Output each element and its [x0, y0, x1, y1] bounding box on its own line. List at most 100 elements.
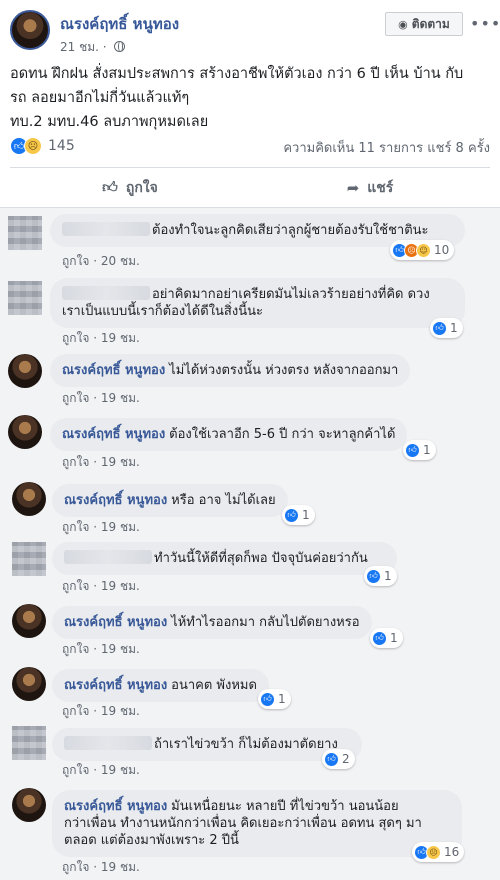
comment-text: มันเหนื่อยนะ หลายปี ที่ไข่วขว้า นอนน้อย	[171, 799, 399, 814]
commenter-avatar[interactable]	[12, 482, 46, 516]
comment-like-link[interactable]: ถูกใจ	[62, 579, 89, 593]
comment-like-link[interactable]: ถูกใจ	[62, 642, 89, 656]
comment-reactions[interactable]: 👍︎ ☹ ☺ 10	[390, 240, 455, 260]
comment-reactions[interactable]: 👍︎ ☹ 16	[412, 842, 465, 862]
comment-time[interactable]: 19 ชม.	[101, 579, 140, 593]
comment-time[interactable]: 19 ชม.	[101, 455, 140, 469]
comments-section: ต้องทำใจนะลูกคิดเสียว่าลูกผู้ชายต้องรับใ…	[0, 207, 500, 880]
comment-time[interactable]: 19 ชม.	[101, 642, 140, 656]
comment-text: ไห้ทำไรออกมา กลับไปตัดยางหรอ	[171, 615, 360, 630]
thumbs-up-icon: 👍︎	[102, 178, 118, 196]
comment-text: เราเป็นแบบนี้เราก็ต้องได้ดีในสิ่งนี้นะ	[62, 304, 263, 319]
haha-reaction-icon: ☺	[416, 242, 431, 258]
commenter-name[interactable]: ณรงค์ฤทธิ์ หนูทอง	[64, 615, 167, 630]
post-header: ณรงค์ฤทธิ์ หนูทอง 21 ชม. · ◉ ติดตาม •••	[0, 0, 500, 60]
comment-bubble: ณรงค์ฤทธิ์ หนูทอง ไห้ทำไรออกมา กลับไปตัดย…	[52, 606, 372, 639]
comment-like-link[interactable]: ถูกใจ	[62, 704, 89, 718]
comment-time[interactable]: 19 ชม.	[101, 763, 140, 777]
like-reaction-icon: 👍︎	[324, 751, 339, 767]
comment-meta: ถูกใจ · 19 ชม.	[62, 763, 140, 777]
share-button[interactable]: ➦ แชร์	[250, 168, 490, 207]
author-avatar[interactable]	[10, 10, 50, 50]
post-action-bar: 👍︎ ถูกใจ ➦ แชร์	[10, 167, 490, 207]
like-reaction-icon: 👍︎	[432, 320, 447, 336]
comment-reactions[interactable]: 👍︎ 1	[282, 505, 315, 525]
commenter-name[interactable]: ณรงค์ฤทธิ์ หนูทอง	[62, 363, 165, 378]
comment-reactions[interactable]: 👍︎ 1	[430, 318, 463, 338]
comment-bubble: ณรงค์ฤทธิ์ หนูทอง ไม่ได้ห่วงตรงนั้น ห่วงต…	[50, 354, 411, 387]
reaction-count: 2	[342, 752, 350, 766]
share-arrow-icon: ➦	[346, 178, 360, 197]
commenter-name[interactable]: ณรงค์ฤทธิ์ หนูทอง	[64, 678, 167, 693]
post-text-line: อดทน ฝึกฝน สั่งสมประสพการ สร้างอาชีพให้ต…	[10, 66, 464, 82]
comment-text: หรือ อาจ ไม่ได้เลย	[171, 493, 276, 508]
commenter-name-blurred[interactable]	[62, 286, 150, 300]
reaction-count: 1	[390, 631, 398, 645]
post-text-line: ทบ.2 มทบ.46 ลบภาพกุหมดเลย	[10, 114, 209, 130]
commenter-name-blurred[interactable]	[64, 736, 152, 750]
commenter-avatar-blurred[interactable]	[8, 281, 42, 315]
comment-reactions[interactable]: 👍︎ 1	[403, 440, 436, 460]
comment-time[interactable]: 19 ชม.	[101, 391, 140, 405]
comment-bubble: ถ้าเราไข่วขว้า ก็ไม่ต้องมาตัดยาง	[52, 728, 362, 761]
comment-meta: ถูกใจ · 19 ชม.	[62, 860, 140, 874]
commenter-name[interactable]: ณรงค์ฤทธิ์ หนูทอง	[64, 799, 167, 814]
comment-text: อย่าคิดมากอย่าเครียดมันไม่เลวร้ายอย่างที…	[152, 287, 430, 302]
post-timestamp[interactable]: 21 ชม. ·	[60, 38, 126, 57]
like-reaction-icon: 👍︎	[372, 630, 387, 646]
author-name[interactable]: ณรงค์ฤทธิ์ หนูทอง	[60, 12, 179, 36]
follow-button[interactable]: ◉ ติดตาม	[385, 12, 463, 36]
post-time-text[interactable]: 21 ชม.	[60, 40, 99, 54]
more-options-icon[interactable]: •••	[470, 14, 500, 33]
comment-share-counts[interactable]: ความคิดเห็น 11 รายการ แชร์ 8 ครั้ง	[283, 137, 490, 158]
comment-reactions[interactable]: 👍︎ 1	[364, 566, 397, 586]
commenter-name[interactable]: ณรงค์ฤทธิ์ หนูทอง	[64, 493, 167, 508]
comment-reactions[interactable]: 👍︎ 1	[258, 689, 291, 709]
commenter-avatar[interactable]	[12, 604, 46, 638]
reaction-count: 1	[423, 443, 431, 457]
commenter-avatar[interactable]	[12, 667, 46, 701]
reaction-count: 16	[444, 845, 460, 859]
comment-time[interactable]: 19 ชม.	[101, 331, 140, 345]
post-text: อดทน ฝึกฝน สั่งสมประสพการ สร้างอาชีพให้ต…	[10, 62, 490, 134]
comment-time[interactable]: 19 ชม.	[101, 704, 140, 718]
comment-reactions[interactable]: 👍︎ 1	[370, 628, 403, 648]
comment-like-link[interactable]: ถูกใจ	[62, 331, 89, 345]
comment-text: ไม่ได้ห่วงตรงนั้น ห่วงตรง หลังจากออกมา	[169, 363, 399, 378]
comment-text: ต้องใช้เวลาอีก 5-6 ปี กว่า จะหาลูกค้าได้	[169, 427, 396, 442]
commenter-name[interactable]: ณรงค์ฤทธิ์ หนูทอง	[62, 427, 165, 442]
comment-meta: ถูกใจ · 19 ชม.	[62, 455, 140, 469]
commenter-avatar[interactable]	[12, 788, 46, 822]
comment-time[interactable]: 20 ชม.	[101, 254, 140, 268]
commenter-avatar-blurred[interactable]	[12, 726, 46, 760]
comment-like-link[interactable]: ถูกใจ	[62, 860, 89, 874]
comment-time[interactable]: 19 ชม.	[101, 520, 140, 534]
comment-time[interactable]: 19 ชม.	[101, 860, 140, 874]
commenter-name-blurred[interactable]	[64, 550, 152, 564]
reaction-count: 1	[278, 692, 286, 706]
post-reactions[interactable]: 👍︎ ☹ 145	[10, 137, 75, 155]
comment-like-link[interactable]: ถูกใจ	[62, 455, 89, 469]
commenter-avatar-blurred[interactable]	[12, 542, 46, 576]
comment-meta: ถูกใจ · 19 ชม.	[62, 391, 140, 405]
comment-like-link[interactable]: ถูกใจ	[62, 254, 89, 268]
commenter-avatar[interactable]	[8, 415, 42, 449]
comment-reactions[interactable]: 👍︎ 2	[322, 749, 355, 769]
comment-bubble: ณรงค์ฤทธิ์ หนูทอง อนาคต พังหมด	[52, 669, 269, 702]
like-reaction-icon: 👍︎	[366, 568, 381, 584]
like-button-label: ถูกใจ	[125, 179, 158, 196]
comment-like-link[interactable]: ถูกใจ	[62, 763, 89, 777]
comment-bubble: ณรงค์ฤทธิ์ หนูทอง มันเหนื่อยนะ หลายปี ที่…	[52, 790, 462, 857]
commenter-avatar-blurred[interactable]	[8, 216, 42, 250]
rss-icon: ◉	[398, 17, 408, 31]
comment-like-link[interactable]: ถูกใจ	[62, 520, 89, 534]
commenter-avatar[interactable]	[8, 354, 42, 388]
comment-bubble: อย่าคิดมากอย่าเครียดมันไม่เลวร้ายอย่างที…	[50, 278, 465, 328]
like-reaction-icon: 👍︎	[260, 691, 275, 707]
sad-reaction-icon: ☹	[426, 844, 441, 860]
comment-bubble: ณรงค์ฤทธิ์ หนูทอง หรือ อาจ ไม่ได้เลย	[52, 484, 288, 517]
commenter-name-blurred[interactable]	[62, 222, 150, 236]
like-reaction-icon: 👍︎	[284, 507, 299, 523]
comment-like-link[interactable]: ถูกใจ	[62, 391, 89, 405]
like-button[interactable]: 👍︎ ถูกใจ	[10, 168, 250, 207]
